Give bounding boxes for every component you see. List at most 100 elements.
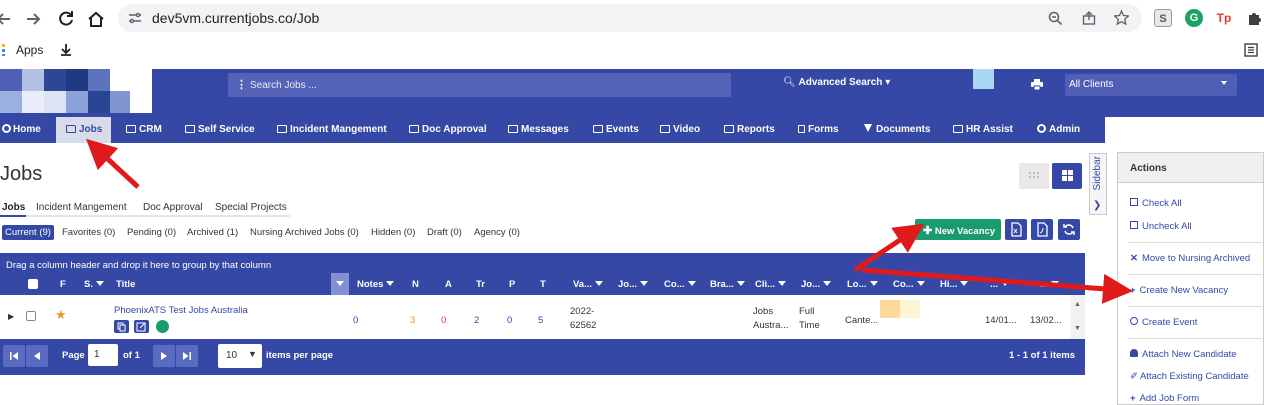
cell-tr[interactable]: 2 — [474, 314, 479, 327]
nav-jobs[interactable]: Jobs — [56, 117, 111, 143]
company-logo[interactable] — [0, 69, 152, 113]
page-size-select[interactable]: 10 ▼ — [218, 344, 262, 368]
bookmark-apps[interactable]: Apps — [16, 43, 43, 57]
col-hiring[interactable]: Hi... — [940, 279, 969, 290]
action-add-job-form[interactable]: + Add Job Form — [1130, 393, 1199, 404]
extension-s-icon[interactable]: S — [1154, 9, 1172, 27]
job-title-link[interactable]: PhoenixATS Test Jobs Australia — [114, 304, 248, 317]
list-view-button[interactable] — [1019, 163, 1049, 189]
nav-admin[interactable]: Admin — [1037, 117, 1080, 143]
favorite-star-icon[interactable]: ★ — [55, 308, 67, 321]
filter-nursing-archived[interactable]: Nursing Archived Jobs (0) — [250, 227, 359, 238]
action-attach-new-candidate[interactable]: Attach New Candidate — [1130, 349, 1237, 360]
action-create-event[interactable]: Create Event — [1130, 317, 1197, 328]
tab-jobs[interactable]: Jobs — [2, 202, 25, 213]
grid-scrollbar[interactable]: ▲ ▼ — [1071, 295, 1085, 339]
card-view-button[interactable] — [1052, 163, 1082, 189]
select-all-checkbox[interactable] — [28, 279, 38, 289]
export-excel-button[interactable] — [1005, 219, 1027, 240]
nav-crm[interactable]: CRM — [126, 117, 162, 143]
col-title[interactable]: Title — [116, 279, 135, 290]
nav-events[interactable]: Events — [593, 117, 639, 143]
cell-notes[interactable]: 0 — [353, 314, 358, 327]
nav-forms[interactable]: Forms — [798, 117, 839, 143]
search-jobs-input[interactable] — [250, 73, 720, 97]
filter-icon[interactable] — [960, 281, 969, 286]
col-t[interactable]: T — [540, 279, 546, 290]
edit-icon[interactable] — [134, 320, 149, 333]
col-p[interactable]: P — [509, 279, 515, 290]
export-pdf-button[interactable] — [1031, 219, 1053, 240]
address-bar[interactable]: dev5vm.currentjobs.co/Job — [118, 4, 1142, 32]
sidebar-toggle-tab[interactable]: Sidebar ❯ — [1089, 153, 1107, 215]
filter-icon[interactable] — [95, 281, 104, 286]
nav-home[interactable]: Home — [2, 117, 54, 143]
next-page-button[interactable] — [153, 345, 175, 367]
refresh-button[interactable] — [1058, 219, 1080, 240]
col-notes[interactable]: Notes — [357, 279, 395, 290]
scroll-down-icon[interactable]: ▼ — [1074, 325, 1081, 332]
forward-arrow-icon[interactable] — [24, 9, 44, 29]
search-menu-icon[interactable]: ⋮ — [236, 78, 247, 91]
filter-icon[interactable] — [640, 281, 649, 286]
cell-p[interactable]: 0 — [507, 314, 512, 327]
filter-pending[interactable]: Pending (0) — [127, 227, 176, 238]
clients-select[interactable]: All Clients — [1065, 74, 1237, 96]
col-client[interactable]: Cli... — [755, 279, 787, 290]
col-vacancy[interactable]: Va... — [573, 279, 604, 290]
share-icon[interactable] — [1082, 11, 1096, 25]
col-date2[interactable]: ... — [1040, 279, 1059, 290]
col-branch[interactable]: Bra... — [710, 279, 745, 290]
action-move-nursing-archived[interactable]: ✕ Move to Nursing Archived — [1130, 253, 1250, 264]
download-icon[interactable] — [60, 43, 72, 56]
bookmark-star-icon[interactable] — [1114, 10, 1129, 25]
filter-agency[interactable]: Agency (0) — [474, 227, 520, 238]
title-filter-active[interactable] — [331, 273, 349, 295]
filter-icon[interactable] — [1050, 281, 1059, 286]
filter-draft[interactable]: Draft (0) — [427, 227, 462, 238]
copy-icon[interactable] — [114, 320, 129, 333]
filter-icon[interactable] — [386, 281, 395, 286]
filter-icon[interactable] — [823, 281, 832, 286]
home-icon[interactable] — [86, 9, 106, 29]
tab-incident-mangement[interactable]: Incident Mangement — [36, 202, 127, 213]
col-consultant[interactable]: Co... — [893, 279, 925, 290]
nav-hr-assist[interactable]: HR Assist — [953, 117, 1013, 143]
col-location[interactable]: Lo... — [847, 279, 878, 290]
action-create-new-vacancy[interactable]: + Create New Vacancy — [1130, 285, 1228, 296]
site-settings-icon[interactable] — [128, 12, 142, 24]
col-status[interactable]: S. — [84, 279, 104, 290]
nav-messages[interactable]: Messages — [508, 117, 569, 143]
filter-icon[interactable] — [736, 281, 745, 286]
cell-a[interactable]: 0 — [441, 314, 446, 327]
nav-incident-mangement[interactable]: Incident Mangement — [277, 117, 387, 143]
reload-icon[interactable] — [56, 9, 76, 29]
filter-current[interactable]: Current (9) — [2, 225, 54, 240]
filter-icon[interactable] — [869, 281, 878, 286]
filter-archived[interactable]: Archived (1) — [187, 227, 238, 238]
filter-icon[interactable] — [687, 281, 696, 286]
expand-row-icon[interactable]: ▶ — [8, 310, 14, 323]
action-attach-existing-candidate[interactable]: ✐ Attach Existing Candidate — [1130, 371, 1249, 382]
row-checkbox[interactable] — [26, 311, 36, 321]
printer-icon[interactable] — [1031, 79, 1043, 90]
page-number-input[interactable]: 1 — [88, 344, 118, 366]
advanced-search-button[interactable]: 🔍︎ Advanced Search ▾ — [783, 77, 890, 88]
nav-self-service[interactable]: Self Service — [185, 117, 255, 143]
extension-tp-icon[interactable]: Tp — [1215, 9, 1233, 27]
nav-doc-approval[interactable]: Doc Approval — [409, 117, 487, 143]
zoom-icon[interactable] — [1048, 11, 1062, 25]
cell-n[interactable]: 3 — [410, 314, 415, 327]
col-n[interactable]: N — [412, 279, 419, 290]
filter-icon[interactable] — [595, 281, 604, 286]
new-vacancy-button[interactable]: ✚ New Vacancy — [915, 219, 1001, 240]
nav-reports[interactable]: Reports — [724, 117, 775, 143]
action-check-all[interactable]: Check All — [1130, 198, 1182, 209]
filter-icon[interactable] — [1000, 281, 1009, 286]
grammarly-icon[interactable]: G — [1185, 9, 1203, 27]
apps-grid-icon[interactable] — [0, 44, 7, 56]
nav-video[interactable]: Video — [660, 117, 700, 143]
filter-favorites[interactable]: Favorites (0) — [62, 227, 115, 238]
user-avatar[interactable] — [973, 69, 994, 89]
tab-special-projects[interactable]: Special Projects — [215, 202, 287, 213]
